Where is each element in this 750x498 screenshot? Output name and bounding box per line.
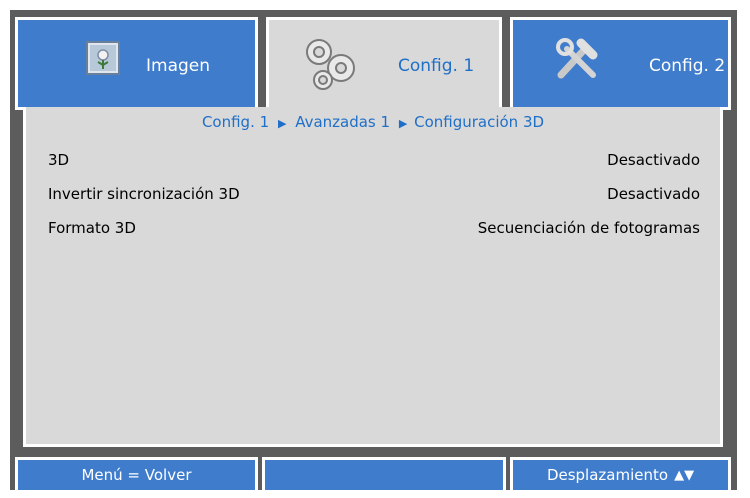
tab-imagen[interactable]: Imagen	[15, 17, 258, 110]
arrow-down-icon: ▼	[684, 467, 695, 483]
footer-right-label: Desplazamiento	[546, 466, 669, 484]
tab-label: Config. 1	[398, 56, 475, 76]
setting-label: Formato 3D	[48, 219, 136, 237]
tools-icon	[553, 37, 601, 87]
chevron-right-icon: ▶	[398, 117, 408, 130]
setting-row-format-3d[interactable]: Formato 3D Secuenciación de fotogramas	[48, 219, 700, 245]
tab-label: Imagen	[146, 56, 211, 76]
footer-left-label: Menú = Volver	[81, 466, 192, 484]
breadcrumb: Config. 1 ▶ Avanzadas 1 ▶ Configuración …	[26, 113, 720, 131]
tab-label: Config. 2	[649, 56, 726, 76]
setting-value[interactable]: Desactivado	[607, 151, 700, 169]
breadcrumb-item: Configuración 3D	[414, 113, 545, 131]
setting-label: Invertir sincronización 3D	[48, 185, 240, 203]
gears-icon	[303, 36, 365, 96]
tab-config-2[interactable]: Config. 2	[510, 17, 731, 110]
settings-panel: Config. 1 ▶ Avanzadas 1 ▶ Configuración …	[23, 107, 723, 447]
footer-scroll: Desplazamiento ▲ ▼	[510, 457, 731, 493]
footer-back[interactable]: Menú = Volver	[15, 457, 258, 493]
arrow-up-icon: ▲	[674, 467, 685, 483]
setting-value[interactable]: Secuenciación de fotogramas	[478, 219, 700, 237]
setting-row-3d[interactable]: 3D Desactivado	[48, 151, 700, 177]
setting-value[interactable]: Desactivado	[607, 185, 700, 203]
breadcrumb-item: Avanzadas 1	[295, 113, 391, 131]
setting-label: 3D	[48, 151, 70, 169]
image-icon	[86, 41, 120, 79]
footer-middle	[262, 457, 506, 493]
setting-row-invert-sync[interactable]: Invertir sincronización 3D Desactivado	[48, 185, 700, 211]
chevron-right-icon: ▶	[277, 117, 287, 130]
osd-menu: Imagen Config. 1 Config. 2 Config. 1 ▶ A…	[10, 10, 737, 493]
breadcrumb-item: Config. 1	[201, 113, 270, 131]
tab-config-1[interactable]: Config. 1	[266, 17, 502, 110]
